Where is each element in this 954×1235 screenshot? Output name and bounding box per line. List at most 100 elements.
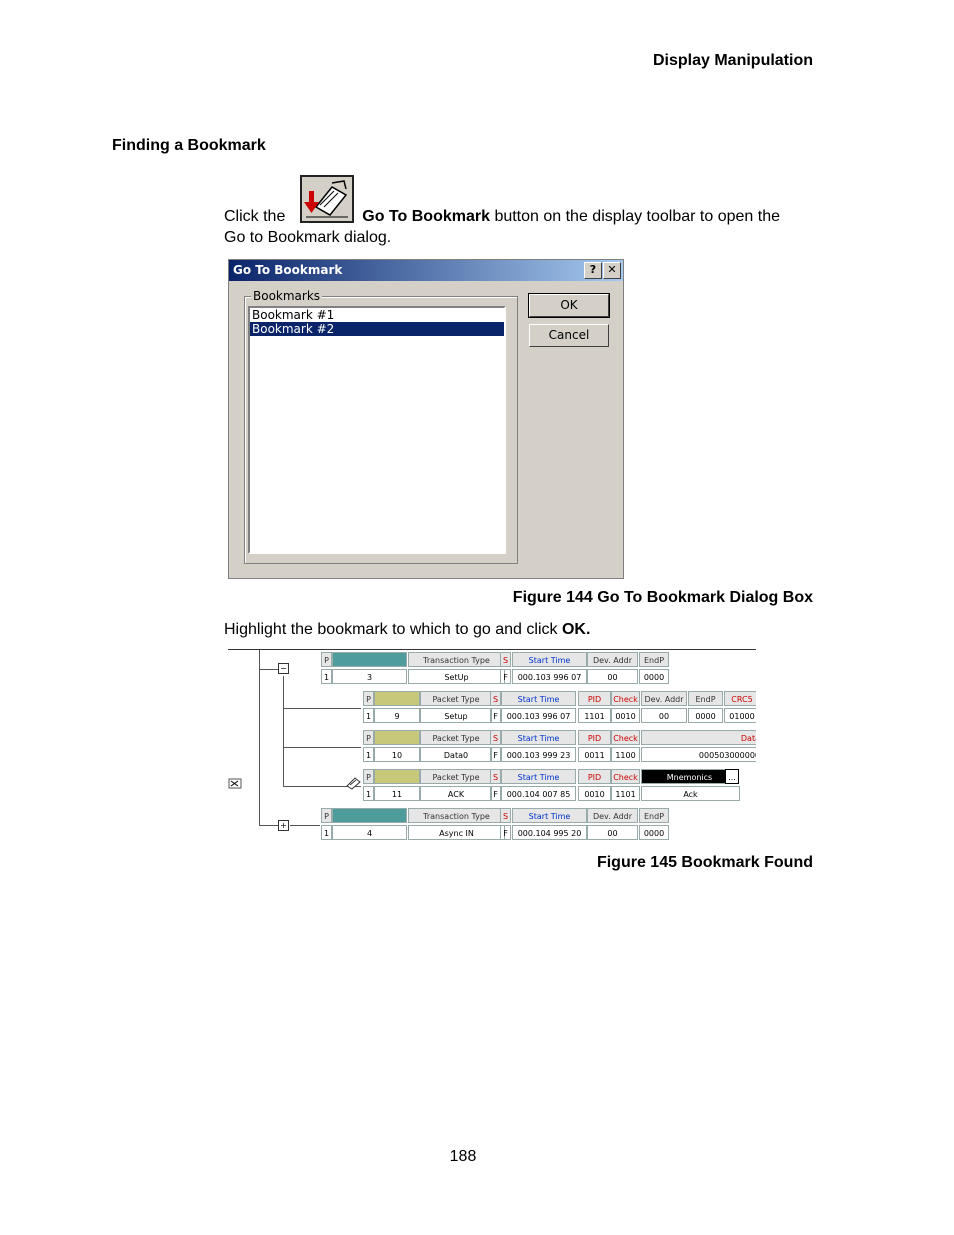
table-cell[interactable]: F [500,669,511,684]
record-type-swatch [332,808,407,823]
table-cell[interactable]: 0000 [639,669,669,684]
column-header: Dev. Addr [587,652,638,667]
table-cell[interactable]: 0010 [578,786,611,801]
list-item-selected[interactable]: Bookmark #2 [250,322,504,336]
column-header[interactable]: ... [725,769,739,784]
go-to-bookmark-dialog: Go To Bookmark ? ✕ Bookmarks Bookmark #1… [228,259,624,579]
table-cell[interactable]: F [500,825,511,840]
column-header: Packet Type [420,691,492,706]
table-cell[interactable]: SetUp [408,669,505,684]
table-cell[interactable]: 00 [641,708,687,723]
column-header: Transaction Type [408,808,505,823]
tree-line [283,708,361,709]
column-header: CRC5 [724,691,756,706]
column-header: Start Time [501,769,576,784]
table-cell[interactable]: 000.103 999 23 [501,747,576,762]
figure-144-caption: Figure 144 Go To Bookmark Dialog Box [512,589,813,606]
table-cell[interactable]: 11 [374,786,420,801]
column-header: P [321,808,332,823]
collapse-expander[interactable]: − [278,663,289,674]
intro-bold: Go To Bookmark [362,208,490,225]
table-cell[interactable]: 000503000000 [641,747,756,762]
record-type-swatch [374,769,420,784]
column-header: Check [611,730,640,745]
column-header: EndP [639,808,669,823]
column-header: Check [611,691,640,706]
table-cell[interactable]: 00 [587,825,638,840]
instruction-paragraph: Highlight the bookmark to which to go an… [224,619,590,640]
ok-button[interactable]: OK [528,293,610,318]
column-header: Data [641,730,756,745]
bookmark-pen-icon [346,777,361,790]
list-item[interactable]: Bookmark #1 [250,308,504,322]
table-cell[interactable]: F [490,747,501,762]
expand-expander[interactable]: + [278,820,289,831]
column-header[interactable]: Mnemonics [641,769,738,784]
table-cell[interactable]: 000.103 996 07 [501,708,576,723]
table-cell[interactable]: 000.103 996 07 [512,669,587,684]
record-type-swatch [332,652,407,667]
table-cell[interactable]: 000.104 007 85 [501,786,576,801]
column-header: S [490,691,501,706]
column-header: Dev. Addr [641,691,687,706]
intro-before: Click the [224,208,286,225]
table-cell[interactable]: Async IN [408,825,505,840]
record-type-swatch [374,730,420,745]
bookmarks-listbox[interactable]: Bookmark #1 Bookmark #2 [248,306,506,554]
table-cell[interactable]: F [490,708,501,723]
table-cell[interactable]: 0011 [578,747,611,762]
column-header: Packet Type [420,769,492,784]
dialog-title: Go To Bookmark [233,263,343,277]
running-header: Display Manipulation [652,52,813,69]
table-cell[interactable]: 1 [321,669,332,684]
table-cell[interactable]: ACK [420,786,492,801]
table-cell[interactable]: 1101 [611,786,640,801]
dialog-title-bar: Go To Bookmark [229,260,623,281]
table-cell[interactable]: 0010 [611,708,640,723]
table-cell[interactable]: 1101 [578,708,611,723]
bookmark-marker-icon [228,778,242,789]
column-header: S [490,730,501,745]
help-button[interactable]: ? [584,262,602,279]
table-cell[interactable]: 1 [363,747,374,762]
column-header: Start Time [512,652,587,667]
tree-line [259,650,260,826]
table-cell[interactable]: 1 [363,786,374,801]
table-cell[interactable]: 1 [363,708,374,723]
table-cell[interactable]: F [490,786,501,801]
column-header: Transaction Type [408,652,505,667]
column-header: P [363,691,374,706]
intro-paragraph: Click the Go To Bookmark button on the d… [224,206,780,248]
table-cell[interactable]: Data0 [420,747,492,762]
column-header: Start Time [512,808,587,823]
section-title: Finding a Bookmark [112,137,266,154]
table-cell[interactable]: 4 [332,825,407,840]
table-cell[interactable]: 000.104 995 20 [512,825,587,840]
table-cell[interactable]: 0000 [688,708,723,723]
table-cell[interactable]: 01000 [724,708,756,723]
close-button[interactable]: ✕ [603,262,621,279]
table-cell[interactable]: Ack [641,786,740,801]
column-header: P [363,730,374,745]
bookmark-found-trace: − + P Transaction Type S Start Time Dev. Add… [228,649,756,844]
table-cell[interactable]: 00 [587,669,638,684]
intro-line2: Go to Bookmark dialog. [224,229,392,246]
table-cell[interactable]: 3 [332,669,407,684]
table-cell[interactable]: 0000 [639,825,669,840]
table-cell[interactable]: Setup [420,708,492,723]
table-cell[interactable]: 9 [374,708,420,723]
tree-line [259,825,279,826]
column-header: P [363,769,374,784]
table-cell[interactable]: 1100 [611,747,640,762]
column-header: S [500,652,511,667]
column-header: P [321,652,332,667]
column-header: EndP [639,652,669,667]
column-header: EndP [688,691,723,706]
column-header: S [500,808,511,823]
cancel-button[interactable]: Cancel [529,324,609,347]
table-cell[interactable]: 1 [321,825,332,840]
column-header: Check [611,769,640,784]
tree-line [259,669,279,670]
tree-line [283,747,361,748]
table-cell[interactable]: 10 [374,747,420,762]
